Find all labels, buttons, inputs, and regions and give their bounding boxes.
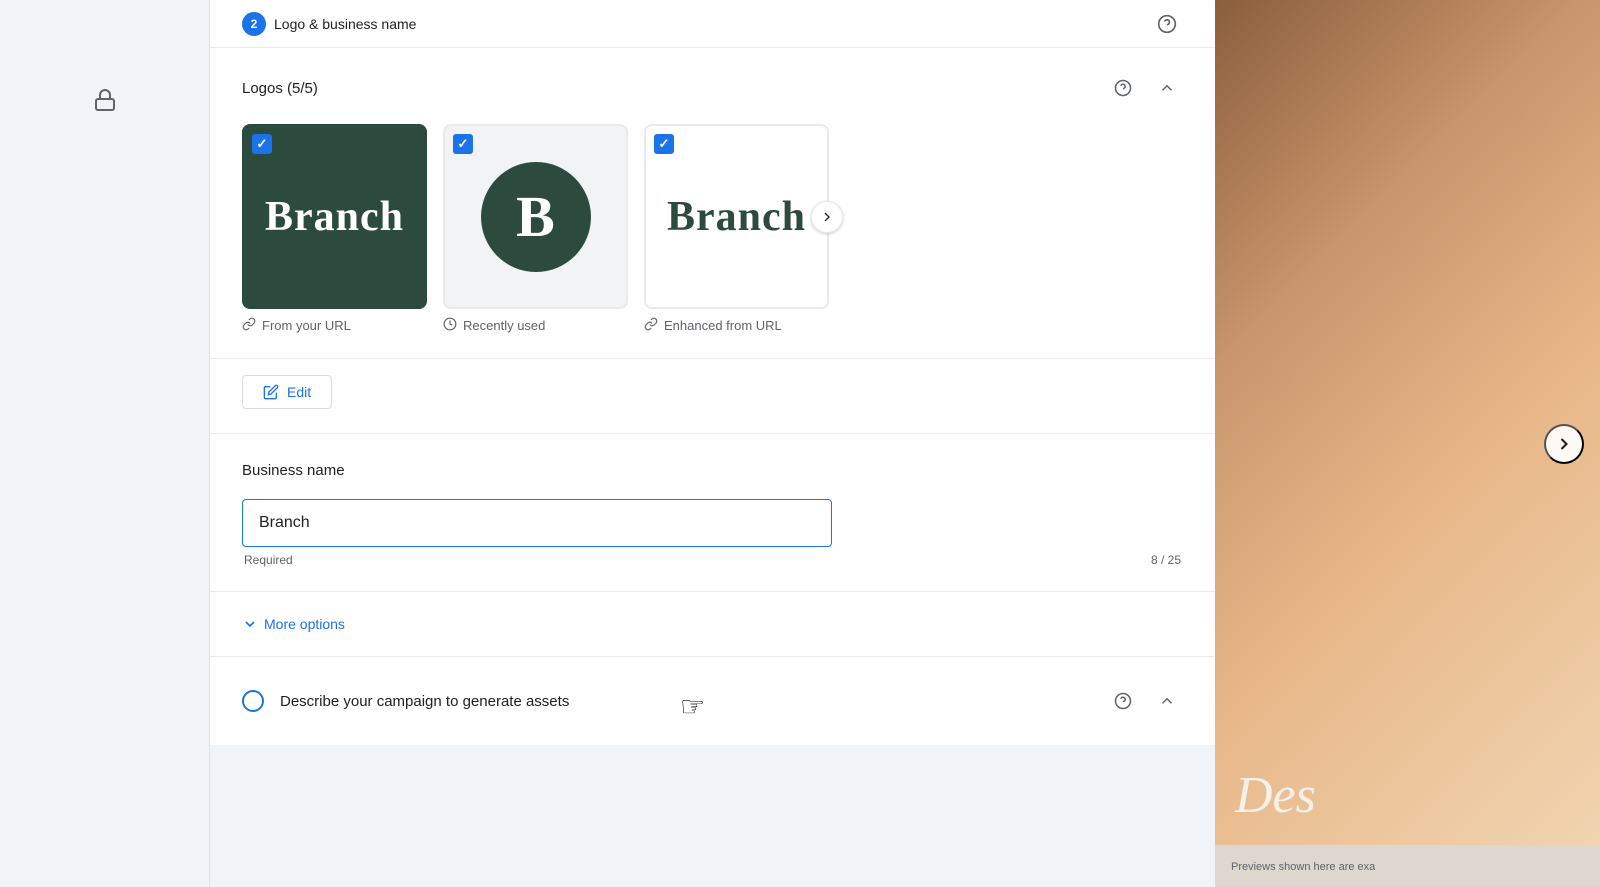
logos-title: Logos (5/5): [242, 80, 318, 97]
more-options-section: More options ☞: [210, 592, 1215, 657]
input-char-count: 8 / 25: [1151, 553, 1181, 567]
logos-actions: [1107, 72, 1183, 104]
logo-label-text-1: From your URL: [262, 318, 351, 333]
input-meta: Required 8 / 25: [242, 553, 1183, 567]
logo-next-button[interactable]: [811, 201, 843, 233]
preview-text-overlay: Des: [1235, 766, 1316, 825]
step-circle: 2: [242, 12, 266, 36]
logo-checkbox-2: [453, 134, 473, 154]
top-bar-right: [1151, 8, 1183, 40]
business-name-label: Business name: [242, 462, 1183, 479]
preview-note: Previews shown here are exa: [1231, 861, 1375, 873]
logo-history-icon-2: [443, 317, 457, 334]
branch-circle-letter: B: [516, 183, 555, 250]
describe-actions: [1107, 685, 1183, 717]
logo-branch-text-3: Branch: [667, 193, 806, 241]
logo-card-label-1: From your URL: [242, 317, 427, 334]
logo-card-label-3: Enhanced from URL: [644, 317, 829, 334]
step-label: Logo & business name: [274, 16, 416, 32]
logo-link-icon-3: [644, 317, 658, 334]
sidebar: [0, 0, 210, 887]
preview-footer: Previews shown here are exa: [1215, 845, 1600, 887]
logo-card-inner-1: Branch: [242, 124, 427, 309]
top-help-button[interactable]: [1151, 8, 1183, 40]
input-required-label: Required: [244, 553, 293, 567]
logo-link-icon-1: [242, 317, 256, 334]
logos-section: Logos (5/5): [210, 48, 1215, 359]
logo-checkbox-3: [654, 134, 674, 154]
logo-card-3[interactable]: Branch Enhanced from URL: [644, 124, 829, 334]
logo-card-1[interactable]: Branch From your URL: [242, 124, 427, 334]
logo-card-label-2: Recently used: [443, 317, 628, 334]
preview-arrow-button[interactable]: [1544, 424, 1584, 464]
preview-image: Des: [1215, 0, 1600, 845]
logos-help-button[interactable]: [1107, 72, 1139, 104]
business-name-section: Business name Required 8 / 25: [210, 434, 1215, 592]
more-options-button[interactable]: More options: [242, 616, 345, 632]
edit-button[interactable]: Edit: [242, 375, 332, 409]
logo-card-inner-3: Branch: [644, 124, 829, 309]
logo-checkbox-1: [252, 134, 272, 154]
logo-card-2[interactable]: B Recently used: [443, 124, 628, 334]
logo-label-text-3: Enhanced from URL: [664, 318, 782, 333]
logo-branch-text-1: Branch: [265, 193, 404, 241]
lock-icon: [85, 80, 125, 120]
top-bar: 2 Logo & business name: [210, 0, 1215, 48]
logo-cards-container: Branch From your URL: [242, 124, 1183, 334]
edit-button-label: Edit: [287, 384, 311, 400]
describe-help-button[interactable]: [1107, 685, 1139, 717]
logo-label-text-2: Recently used: [463, 318, 545, 333]
describe-section: Describe your campaign to generate asset…: [210, 657, 1215, 745]
business-name-input-container: [242, 499, 1183, 547]
describe-collapse-button[interactable]: [1151, 685, 1183, 717]
main-content: 2 Logo & business name Logos (5/5): [210, 0, 1215, 887]
logos-collapse-button[interactable]: [1151, 72, 1183, 104]
edit-button-container: Edit: [210, 359, 1215, 434]
logo-card-inner-2: B: [443, 124, 628, 309]
describe-label: Describe your campaign to generate asset…: [280, 693, 569, 710]
top-bar-left: 2 Logo & business name: [242, 12, 416, 36]
business-name-input[interactable]: [242, 499, 832, 547]
more-options-label: More options: [264, 616, 345, 632]
describe-radio[interactable]: [242, 690, 264, 712]
preview-panel: Des Previews shown here are exa: [1215, 0, 1600, 887]
describe-left: Describe your campaign to generate asset…: [242, 690, 569, 712]
logos-header: Logos (5/5): [242, 72, 1183, 104]
branch-circle: B: [481, 162, 591, 272]
